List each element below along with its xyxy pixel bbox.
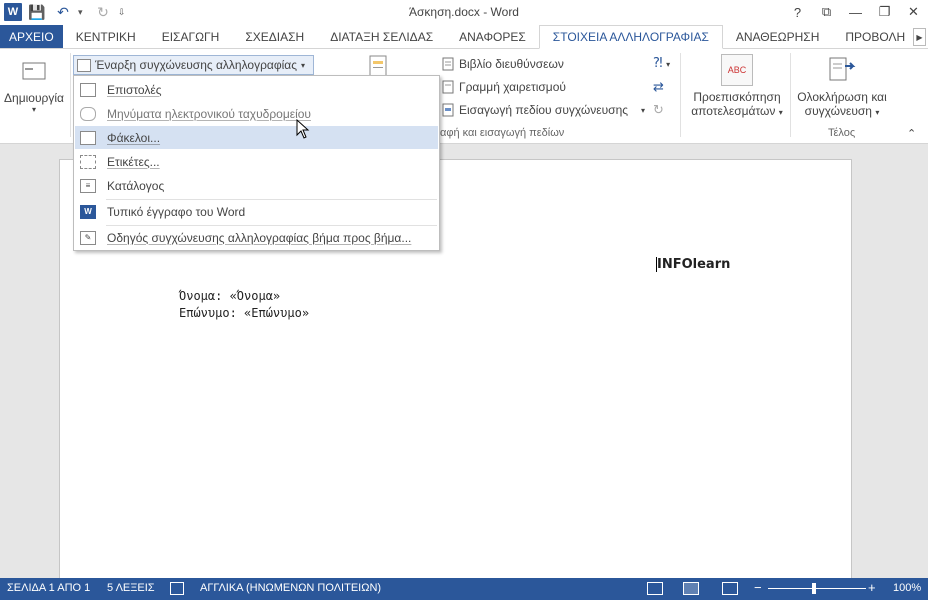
directory-icon: ≡ <box>80 178 96 193</box>
address-block-button[interactable]: Βιβλίο διευθύνσεων <box>442 57 564 71</box>
print-layout-icon[interactable] <box>683 582 699 595</box>
mail-merge-icon <box>77 58 91 72</box>
menu-item-envelopes[interactable]: Φάκελοι... <box>75 126 438 149</box>
last-name-line: Επώνυμο: «Επώνυμο» <box>179 306 310 320</box>
preview-results-button[interactable]: ABC Προεπισκόπηση αποτελεσμάτων ▾ <box>688 54 786 118</box>
group-separator <box>680 53 681 137</box>
first-name-line: Όνομα: «Όνομα» <box>179 289 281 303</box>
insert-merge-field-button[interactable]: Εισαγωγή πεδίου συγχώνευσης ▾ <box>442 103 645 117</box>
tab-page-layout[interactable]: ΔΙΑΤΑΞΗ ΣΕΛΙΔΑΣ <box>317 25 446 48</box>
preview-label-1: Προεπισκόπηση <box>693 90 781 104</box>
tab-review[interactable]: ΑΝΑΘΕΩΡΗΣΗ <box>723 25 832 48</box>
word-doc-icon: W <box>80 204 96 219</box>
page-count[interactable]: ΣΕΛΙΔΑ 1 ΑΠΟ 1 <box>7 582 90 594</box>
tab-references[interactable]: ΑΝΑΦΟΡΕΣ <box>446 25 539 48</box>
insert-merge-field-label: Εισαγωγή πεδίου συγχώνευσης <box>459 103 629 117</box>
greeting-line-icon <box>442 80 454 94</box>
preview-label-2: αποτελεσμάτων ▾ <box>691 104 783 118</box>
quick-access-toolbar: W 💾 ↶ ▾ ↻ ⇩ <box>4 3 128 21</box>
start-mail-merge-label: Έναρξη συγχώνευσης αλληλογραφίας <box>95 58 298 72</box>
tab-mailings[interactable]: ΣΤΟΙΧΕΙΑ ΑΛΛΗΛΟΓΡΑΦΙΑΣ <box>538 25 723 49</box>
menu-item-directory[interactable]: ≡ Κατάλογος <box>75 174 438 197</box>
company-name: INFOlearn <box>657 257 731 272</box>
collapse-ribbon-icon[interactable]: ⌃ <box>907 127 916 140</box>
tabs-scroll-right-icon[interactable]: ▶ <box>913 28 926 46</box>
word-count[interactable]: 5 ΛΕΞΕΙΣ <box>107 582 155 594</box>
web-layout-icon[interactable] <box>722 582 738 595</box>
envelope-icon <box>18 55 50 87</box>
menu-item-mail-merge-wizard[interactable]: ✎ Οδηγός συγχώνευσης αλληλογραφίας βήμα … <box>75 226 438 249</box>
menu-item-label: Μηνύματα ηλεκτρονικού ταχυδρομείου <box>107 106 311 121</box>
match-fields-icon[interactable]: ⇄ <box>653 79 664 95</box>
menu-item-label: Επιστολές <box>107 82 162 97</box>
restore-button[interactable]: ❐ <box>870 0 899 24</box>
redo-icon[interactable]: ↻ <box>92 3 114 21</box>
title-bar: W 💾 ↶ ▾ ↻ ⇩ Άσκηση.docx - Word ? ⧉ — ❐ ✕ <box>0 0 928 25</box>
group-separator <box>790 53 791 137</box>
labels-icon <box>80 154 96 169</box>
proofing-icon[interactable] <box>170 582 184 595</box>
menu-item-email-messages[interactable]: Μηνύματα ηλεκτρονικού ταχυδρομείου <box>75 102 438 125</box>
window-controls: ? ⧉ — ❐ ✕ <box>783 0 928 24</box>
language[interactable]: ΑΓΓΛΙΚΑ (ΗΝΩΜΕΝΩΝ ΠΟΛΙΤΕΙΩΝ) <box>200 582 381 594</box>
start-mail-merge-button[interactable]: Έναρξη συγχώνευσης αλληλογραφίας ▾ <box>73 55 314 75</box>
help-button[interactable]: ? <box>783 0 812 24</box>
menu-item-label: Τυπικό έγγραφο του Word <box>107 204 246 219</box>
address-block-icon <box>442 57 454 71</box>
undo-dropdown-icon[interactable]: ▾ <box>78 7 88 18</box>
menu-item-label: Κατάλογος <box>107 178 165 193</box>
preview-abc-icon: ABC <box>721 54 753 86</box>
menu-item-label: Φάκελοι... <box>107 130 161 145</box>
tab-design[interactable]: ΣΧΕΔΙΑΣΗ <box>232 25 317 48</box>
read-mode-icon[interactable] <box>647 582 663 595</box>
close-button[interactable]: ✕ <box>899 0 928 24</box>
ribbon-tabs: ΑΡΧΕΙΟ ΚΕΝΤΡΙΚΗ ΕΙΣΑΓΩΓΗ ΣΧΕΔΙΑΣΗ ΔΙΑΤΑΞ… <box>0 25 928 49</box>
ribbon-display-options-button[interactable]: ⧉ <box>812 0 841 24</box>
menu-item-normal-word-document[interactable]: W Τυπικό έγγραφο του Word <box>75 200 438 223</box>
finish-label-2: συγχώνευση ▾ <box>804 104 880 118</box>
create-button[interactable]: Δημιουργία ▾ <box>2 55 66 114</box>
zoom-slider-track[interactable] <box>768 588 866 589</box>
wizard-icon: ✎ <box>80 230 96 245</box>
zoom-out-button[interactable]: − <box>754 580 762 595</box>
tab-view[interactable]: ΠΡΟΒΟΛΗ <box>832 25 918 48</box>
customize-qat-icon[interactable]: ⇩ <box>118 7 128 18</box>
tab-home[interactable]: ΚΕΝΤΡΙΚΗ <box>63 25 149 48</box>
greeting-line-label: Γραμμή χαιρετισμού <box>459 80 566 94</box>
menu-item-label: Ετικέτες... <box>107 154 160 169</box>
email-icon <box>80 106 96 121</box>
rules-icon[interactable]: ⁈ ▾ <box>653 55 670 71</box>
status-bar: ΣΕΛΙΔΑ 1 ΑΠΟ 1 5 ΛΕΞΕΙΣ ΑΓΓΛΙΚΑ (ΗΝΩΜΕΝΩ… <box>0 578 928 600</box>
letter-icon <box>80 82 96 97</box>
finish-merge-icon <box>826 54 858 86</box>
word-logo-icon[interactable]: W <box>4 3 22 21</box>
finish-merge-button[interactable]: Ολοκλήρωση και συγχώνευση ▾ <box>794 54 890 118</box>
address-block-label: Βιβλίο διευθύνσεων <box>459 57 564 71</box>
group-separator <box>70 53 71 137</box>
finish-group-label: Τέλος <box>828 127 856 139</box>
write-insert-group-label: αφή και εισαγωγή πεδίων <box>440 127 565 139</box>
save-icon[interactable]: 💾 <box>26 3 48 21</box>
undo-icon[interactable]: ↶ <box>52 3 74 21</box>
start-mail-merge-menu: Επιστολές Μηνύματα ηλεκτρονικού ταχυδρομ… <box>73 75 440 251</box>
greeting-line-button[interactable]: Γραμμή χαιρετισμού <box>442 80 566 94</box>
finish-label-1: Ολοκλήρωση και <box>797 90 887 104</box>
update-labels-icon[interactable]: ↻ <box>653 102 664 118</box>
create-label: Δημιουργία <box>4 91 64 105</box>
insert-merge-field-icon <box>442 103 454 117</box>
menu-item-letters[interactable]: Επιστολές <box>75 78 438 101</box>
zoom-level[interactable]: 100% <box>893 582 921 594</box>
mouse-cursor-icon <box>296 119 310 139</box>
menu-item-label: Οδηγός συγχώνευσης αλληλογραφίας βήμα πρ… <box>107 230 412 245</box>
zoom-in-button[interactable]: + <box>868 580 876 595</box>
minimize-button[interactable]: — <box>841 0 870 24</box>
tab-file[interactable]: ΑΡΧΕΙΟ <box>0 25 63 48</box>
zoom-slider-thumb[interactable] <box>812 583 816 594</box>
menu-item-labels[interactable]: Ετικέτες... <box>75 150 438 173</box>
envelope-icon <box>80 130 96 145</box>
tab-insert[interactable]: ΕΙΣΑΓΩΓΗ <box>149 25 233 48</box>
